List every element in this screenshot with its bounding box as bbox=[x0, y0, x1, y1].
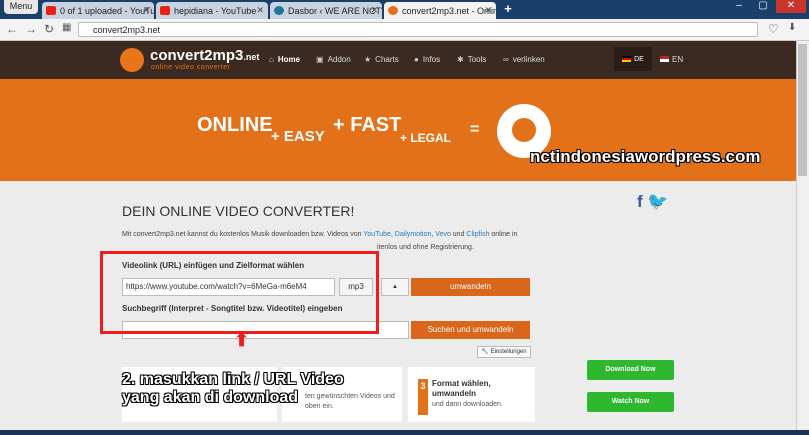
back-icon[interactable]: ← bbox=[6, 22, 18, 36]
forward-icon[interactable]: → bbox=[25, 22, 37, 36]
tab-close-icon[interactable]: ✕ bbox=[370, 5, 378, 16]
convert2mp3-icon bbox=[388, 6, 398, 15]
annotation-caption: 2. masukkan link / URL Video yang akan di… bbox=[122, 371, 344, 406]
tab-close-icon[interactable]: ✕ bbox=[256, 5, 264, 16]
nav-verlinken[interactable]: ∞ verlinken bbox=[503, 55, 545, 64]
nav-infos[interactable]: ● Infos bbox=[414, 55, 440, 64]
page-title: DEIN ONLINE VIDEO CONVERTER! bbox=[122, 203, 355, 219]
hero-easy: + EASY bbox=[271, 128, 325, 145]
nav-home[interactable]: ⌂ Home bbox=[269, 55, 300, 64]
annotation-arrow-icon: ⬆ bbox=[234, 330, 250, 350]
wordpress-icon bbox=[274, 6, 284, 15]
step-3-text: und dann downloaden. bbox=[432, 401, 503, 408]
lang-de-button[interactable]: DE bbox=[614, 47, 652, 71]
tab-close-icon[interactable]: ✕ bbox=[484, 5, 492, 16]
twitter-icon[interactable]: 🐦 bbox=[647, 192, 668, 211]
tab-title: convert2mp3.net - Online bbox=[402, 5, 496, 16]
german-flag-icon bbox=[622, 56, 632, 62]
url-field[interactable]: convert2mp3.net bbox=[78, 22, 758, 37]
hero-legal: + LEGAL bbox=[400, 131, 452, 145]
hero-online: ONLINE bbox=[197, 114, 273, 136]
youtube-icon bbox=[160, 6, 170, 15]
social-icons: f 🐦 bbox=[637, 192, 669, 212]
link-youtube[interactable]: YouTube bbox=[363, 231, 391, 238]
scrollbar-thumb[interactable] bbox=[798, 44, 807, 176]
wrench-icon: 🔧 bbox=[481, 349, 489, 355]
hero-equals: = bbox=[470, 121, 480, 138]
convert-button[interactable]: umwandeln bbox=[411, 278, 530, 296]
play-icon bbox=[512, 118, 536, 142]
tab-hepidiana[interactable]: hepidiana - YouTube ✕ bbox=[156, 2, 268, 19]
facebook-icon[interactable]: f bbox=[637, 192, 643, 211]
lang-en-button[interactable]: EN bbox=[660, 55, 683, 64]
tab-title: Dasbor ‹ WE ARE NCT's bbox=[288, 5, 382, 16]
youtube-icon bbox=[46, 6, 56, 15]
nav-addon[interactable]: ▣ Addon bbox=[316, 55, 351, 64]
step-3-number: 3 bbox=[418, 379, 428, 415]
speed-dial-icon[interactable]: ▦ bbox=[62, 22, 71, 33]
hero-fast: + FAST bbox=[333, 114, 402, 136]
download-now-button[interactable]: Download Now bbox=[587, 360, 674, 380]
tab-dasbor[interactable]: Dasbor ‹ WE ARE NCT's ✕ bbox=[270, 2, 382, 19]
close-window-button[interactable]: ✕ bbox=[776, 0, 806, 13]
download-icon[interactable]: ⬇ bbox=[788, 22, 796, 33]
settings-button[interactable]: 🔧 Einstellungen bbox=[477, 346, 531, 358]
link-clipfish[interactable]: Clipfish bbox=[466, 231, 489, 238]
watch-now-button[interactable]: Watch Now bbox=[587, 392, 674, 412]
reload-icon[interactable]: ↻ bbox=[44, 22, 54, 36]
us-flag-icon bbox=[660, 56, 669, 62]
heart-icon[interactable]: ♡ bbox=[768, 22, 779, 36]
link-icon: ∞ bbox=[503, 55, 509, 64]
tab-title: hepidiana - YouTube bbox=[174, 5, 257, 16]
watermark-text: nctindonesiawordpress.com bbox=[530, 147, 761, 166]
link-vevo[interactable]: Vevo bbox=[435, 231, 451, 238]
nav-charts[interactable]: ★ Charts bbox=[364, 55, 399, 64]
browser-menu-button[interactable]: Menu bbox=[4, 0, 38, 14]
home-icon: ⌂ bbox=[269, 55, 274, 64]
minimize-button[interactable]: – bbox=[728, 0, 750, 13]
os-taskbar bbox=[0, 430, 809, 435]
tools-icon: ✱ bbox=[457, 55, 464, 64]
tab-youtube-upload[interactable]: 0 of 1 uploaded - YouTube ✕ bbox=[42, 2, 154, 19]
annotation-highlight-box bbox=[100, 251, 379, 334]
site-logo[interactable]: convert2mp3.net bbox=[150, 47, 259, 64]
maximize-button[interactable]: ▢ bbox=[752, 0, 774, 13]
step-3-title: Format wählen, umwandeln bbox=[432, 379, 491, 398]
tab-title: 0 of 1 uploaded - YouTube bbox=[60, 5, 154, 16]
tab-convert2mp3[interactable]: convert2mp3.net - Online ✕ bbox=[384, 2, 496, 19]
format-dropdown-arrow[interactable]: ▲ bbox=[381, 278, 409, 296]
tab-close-icon[interactable]: ✕ bbox=[142, 5, 150, 16]
logo-icon[interactable] bbox=[120, 48, 144, 72]
new-tab-button[interactable]: + bbox=[500, 2, 516, 17]
puzzle-icon: ▣ bbox=[316, 55, 324, 64]
nav-tools[interactable]: ✱ Tools bbox=[457, 55, 486, 64]
address-bar: ← → ↻ ▦ convert2mp3.net ♡ ⬇ bbox=[0, 19, 809, 41]
star-icon: ★ bbox=[364, 55, 372, 64]
link-dailymotion[interactable]: Dailymotion bbox=[395, 231, 432, 238]
logo-subtitle: online video converter bbox=[151, 64, 231, 71]
search-convert-button[interactable]: Suchen und umwandeln bbox=[411, 321, 530, 339]
info-icon: ● bbox=[414, 55, 419, 64]
